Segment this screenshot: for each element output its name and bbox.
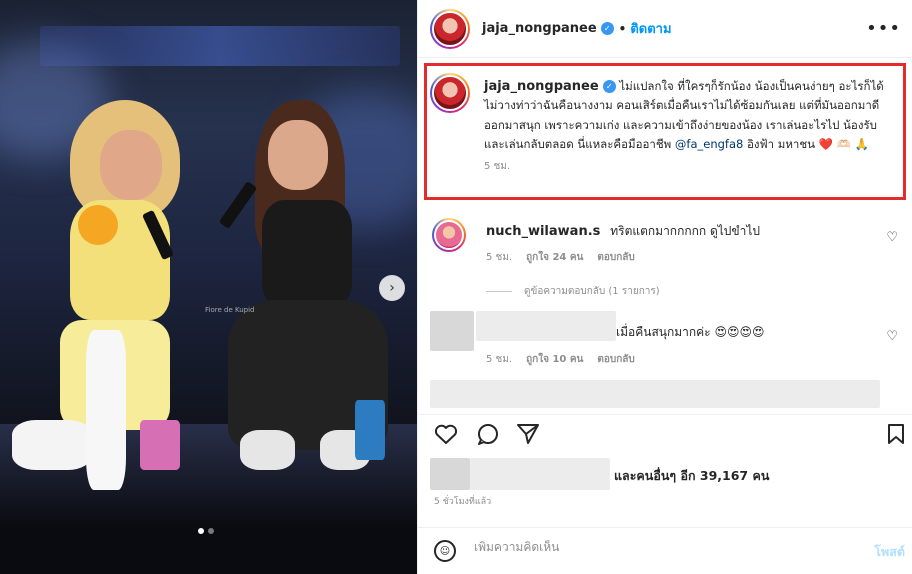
comment-meta: 5 ชม. ถูกใจ 24 คน ตอบกลับ [486, 250, 886, 265]
blurred-avatar [430, 311, 474, 351]
flower-garland [78, 205, 118, 245]
more-options-icon[interactable]: ••• [866, 18, 901, 39]
blurred-liker-avatar [430, 458, 470, 490]
stool-right [355, 400, 385, 460]
reply-button[interactable]: ตอบกลับ [597, 250, 634, 265]
share-icon[interactable] [516, 423, 540, 449]
author-avatar[interactable] [430, 8, 470, 49]
stage-banner [40, 26, 400, 66]
post-photo[interactable]: Fiore de Kupid › [0, 0, 417, 574]
reply-button[interactable]: ตอบกลับ [597, 352, 634, 367]
comment-text: เมื่อคืนสนุกมากค่ะ 😍😍😍😍 [616, 325, 765, 339]
action-bar [418, 414, 912, 452]
replies-divider [486, 291, 512, 292]
comment-input[interactable] [474, 540, 854, 554]
blurred-liker-name [470, 458, 610, 490]
blurred-username [476, 311, 616, 341]
instagram-post-window: Fiore de Kupid › jaja_nongpanee ✓ • ติดต… [0, 0, 912, 574]
stool-left [140, 420, 180, 470]
blurred-comment [430, 380, 880, 408]
boot-left [12, 420, 92, 470]
commenter-avatar[interactable] [432, 218, 466, 252]
carousel-dot-active [198, 528, 204, 534]
comment-meta: 5 ชม. ถูกใจ 10 คน ตอบกลับ [486, 352, 886, 367]
comment-time[interactable]: 5 ชม. [486, 352, 512, 367]
comment-likes[interactable]: ถูกใจ 24 คน [526, 250, 583, 265]
comment-likes[interactable]: ถูกใจ 10 คน [526, 352, 583, 367]
comment-text: ทริตแตกมากกกกก ดูไปขำไป [610, 224, 760, 238]
heart-icon[interactable] [434, 423, 458, 449]
author-username[interactable]: jaja_nongpanee [482, 21, 597, 36]
verified-badge-icon: ✓ [600, 22, 614, 35]
carousel-indicator [198, 528, 214, 534]
carousel-dot [208, 528, 214, 534]
post-comment-button[interactable]: โพสต์ [874, 542, 905, 562]
view-replies-label: ดูข้อความตอบกลับ (1 รายการ) [524, 286, 660, 297]
microphone-right [218, 181, 258, 229]
boot-right [86, 330, 126, 490]
view-replies-button[interactable]: ดูข้อความตอบกลับ (1 รายการ) [486, 284, 660, 299]
post-header: jaja_nongpanee ✓ • ติดตาม ••• [418, 0, 912, 58]
follow-button[interactable]: ติดตาม [630, 18, 671, 39]
post-time-ago[interactable]: 5 ชั่วโมงที่แล้ว [434, 494, 491, 508]
comment-icon[interactable] [476, 423, 500, 449]
add-comment-bar: ☺ โพสต์ [418, 527, 912, 574]
emoji-icon[interactable]: ☺ [434, 540, 456, 562]
heart-icon[interactable]: ♡ [886, 329, 898, 344]
comment-time[interactable]: 5 ชม. [486, 250, 512, 265]
sneaker-left [240, 430, 295, 470]
separator-dot: • [618, 21, 627, 36]
chevron-right-icon: › [389, 280, 395, 296]
performer-right-face [268, 120, 328, 190]
bookmark-icon[interactable] [886, 423, 906, 449]
photo-watermark: Fiore de Kupid [205, 306, 255, 314]
performer-right-top [262, 200, 352, 310]
commenter-username[interactable]: nuch_wilawan.s [486, 224, 600, 239]
heart-icon[interactable]: ♡ [886, 230, 898, 245]
caption-highlight-box [424, 63, 906, 200]
performer-left-face [100, 130, 162, 200]
carousel-next-button[interactable]: › [379, 275, 405, 301]
likes-count[interactable]: และคนอื่นๆ อีก 39,167 คน [614, 466, 769, 486]
